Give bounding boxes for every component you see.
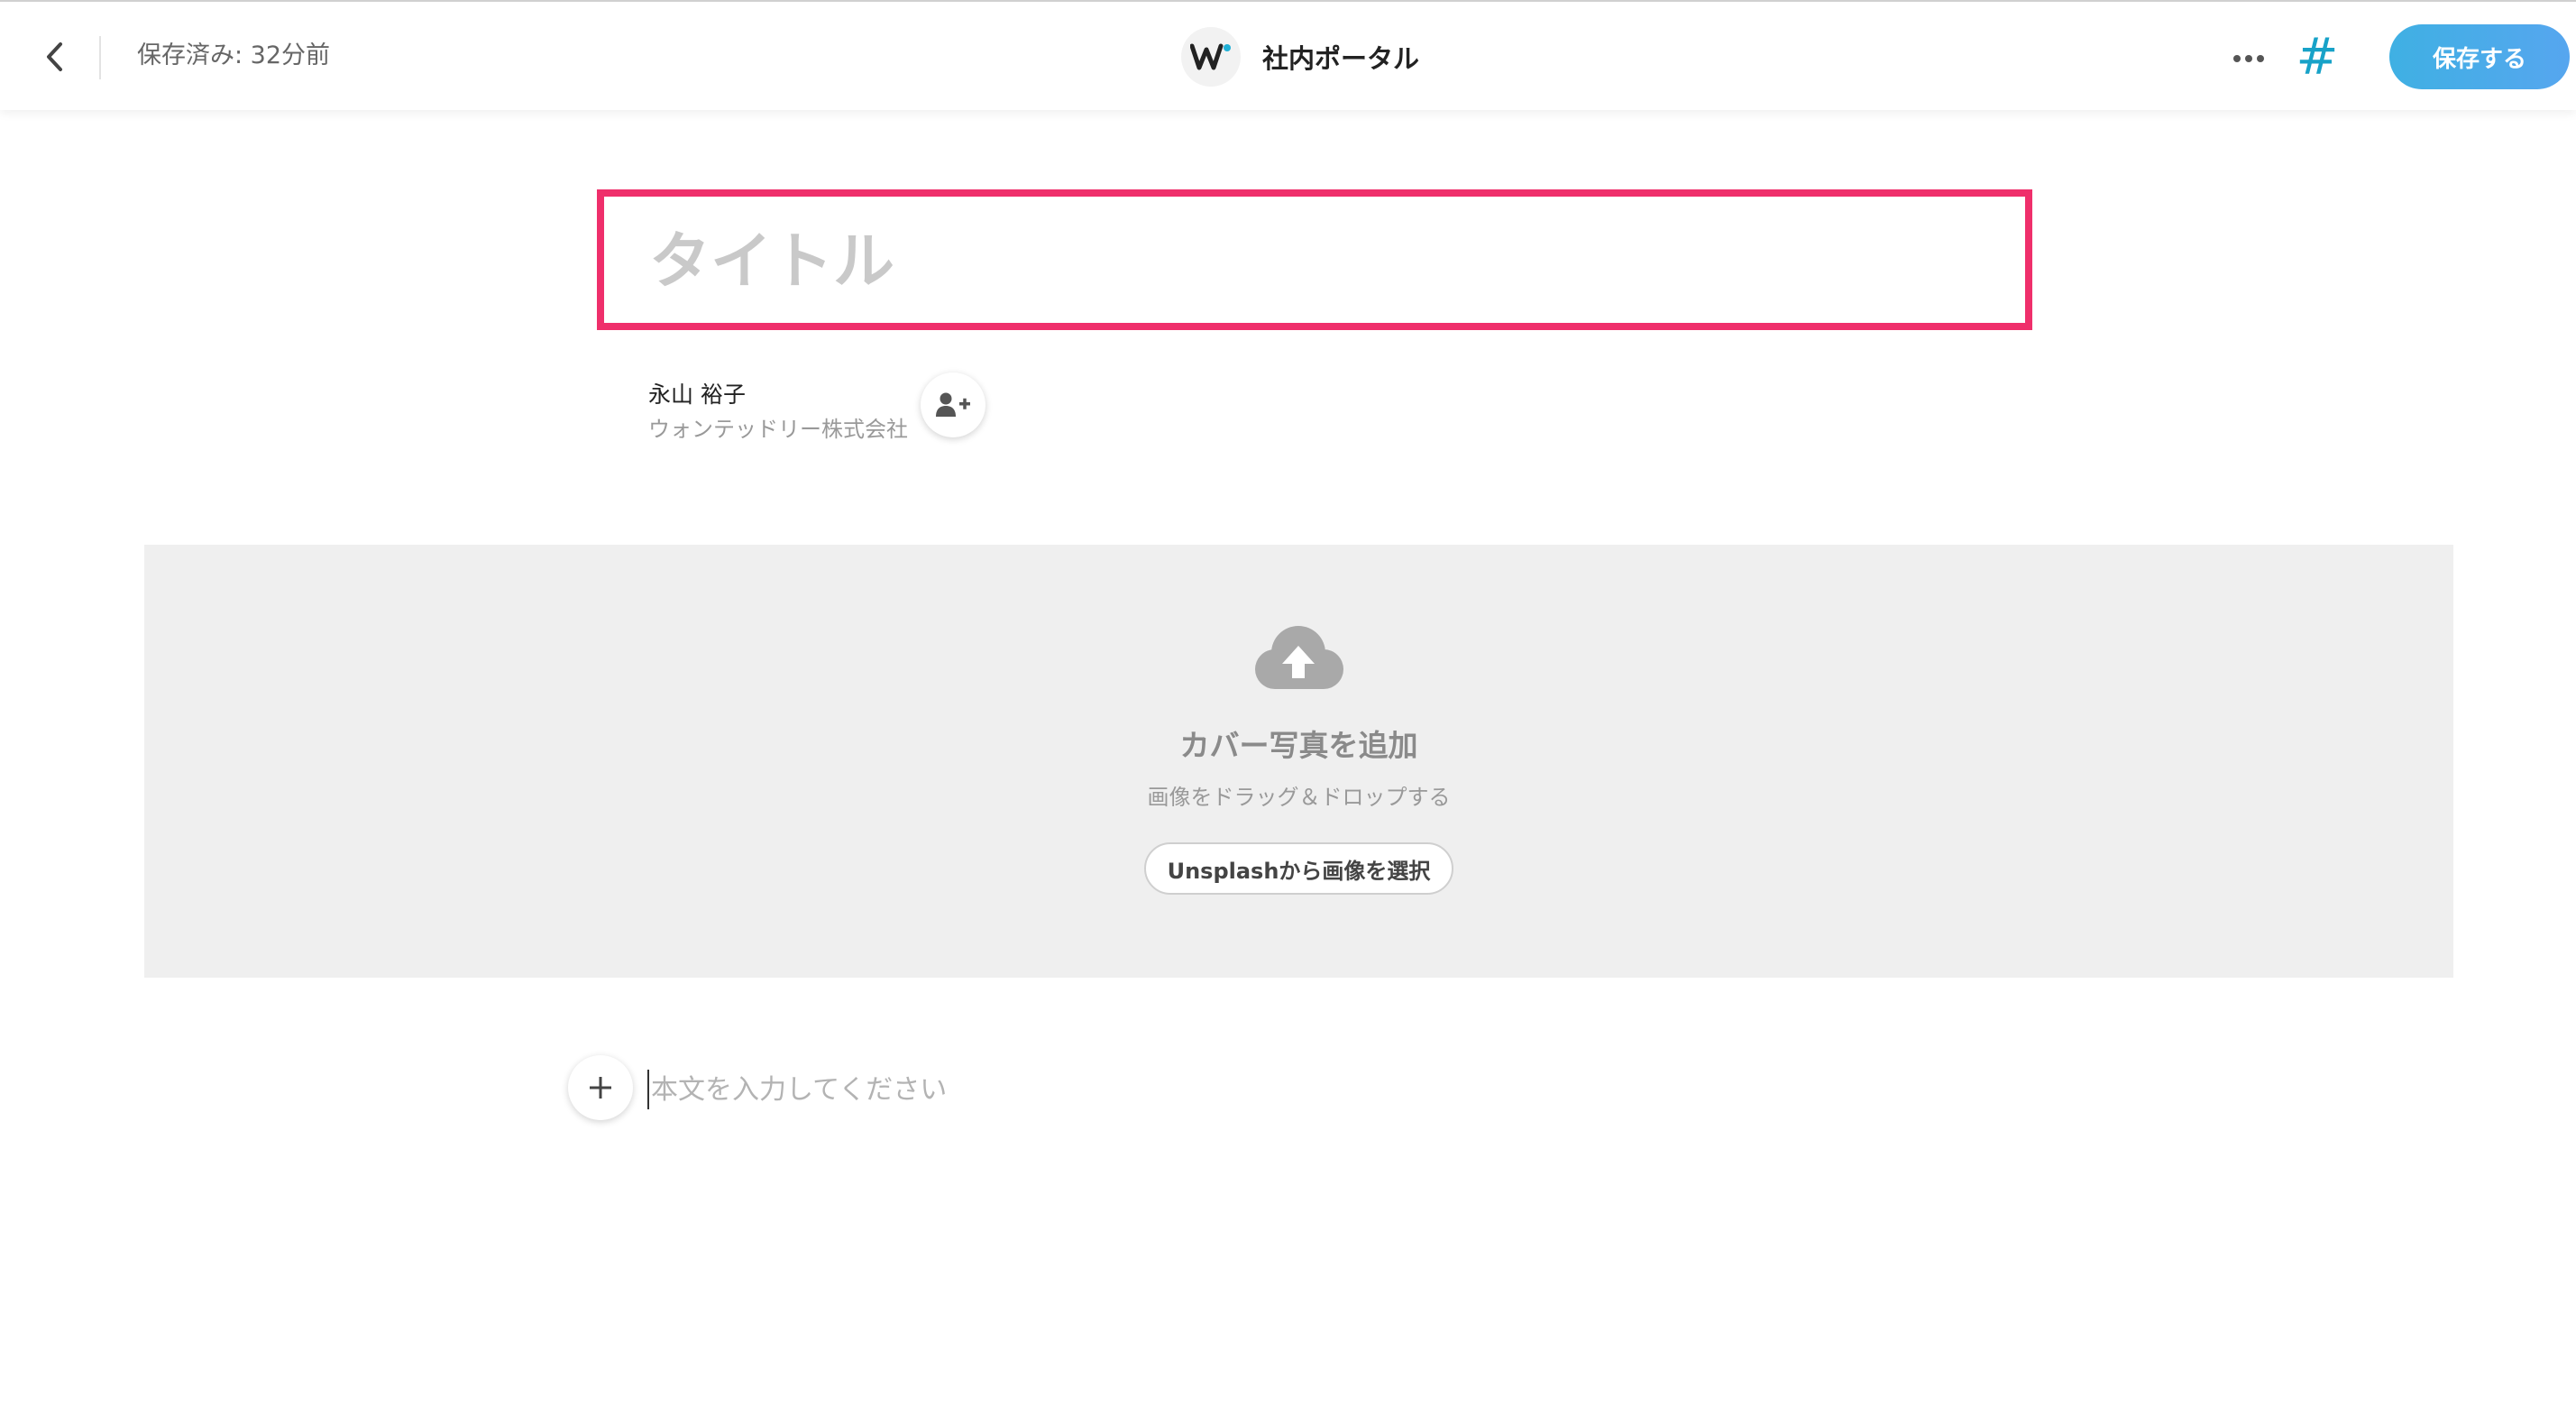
author-company: ウォンテッドリー株式会社 — [648, 417, 908, 442]
saved-status: 保存済み: 32分前 — [137, 41, 331, 69]
unsplash-select-button[interactable]: Unsplashから画像を選択 — [1144, 842, 1453, 895]
more-horizontal-icon — [2233, 55, 2264, 62]
user-plus-icon — [936, 392, 970, 417]
add-block-button[interactable] — [568, 1055, 633, 1120]
plus-icon — [590, 1077, 611, 1099]
chevron-left-icon — [47, 42, 62, 71]
wantedly-logo-icon — [1181, 27, 1241, 87]
portal-brand: 社内ポータル — [1181, 27, 1419, 87]
save-button[interactable]: 保存する — [2389, 24, 2570, 89]
title-field-highlight — [597, 189, 2032, 330]
add-cover-title: カバー写真を追加 — [1179, 728, 1418, 763]
editor-header: 保存済み: 32分前 社内ポータル # 保存する — [0, 0, 2576, 110]
title-input[interactable] — [649, 220, 1966, 303]
cover-photo-dropzone[interactable]: カバー写真を追加 画像をドラッグ＆ドロップする Unsplashから画像を選択 — [144, 545, 2453, 978]
header-divider — [99, 36, 101, 79]
add-cover-subtitle: 画像をドラッグ＆ドロップする — [1147, 785, 1451, 810]
hashtag-button[interactable]: # — [2290, 25, 2344, 90]
body-input[interactable] — [647, 1070, 2000, 1109]
more-options-button[interactable] — [2220, 41, 2278, 76]
cloud-upload-icon — [1255, 626, 1343, 689]
back-button[interactable] — [27, 29, 81, 85]
add-author-button[interactable] — [921, 372, 985, 437]
portal-name: 社内ポータル — [1262, 43, 1420, 74]
author-name: 永山 裕子 — [648, 382, 746, 408]
